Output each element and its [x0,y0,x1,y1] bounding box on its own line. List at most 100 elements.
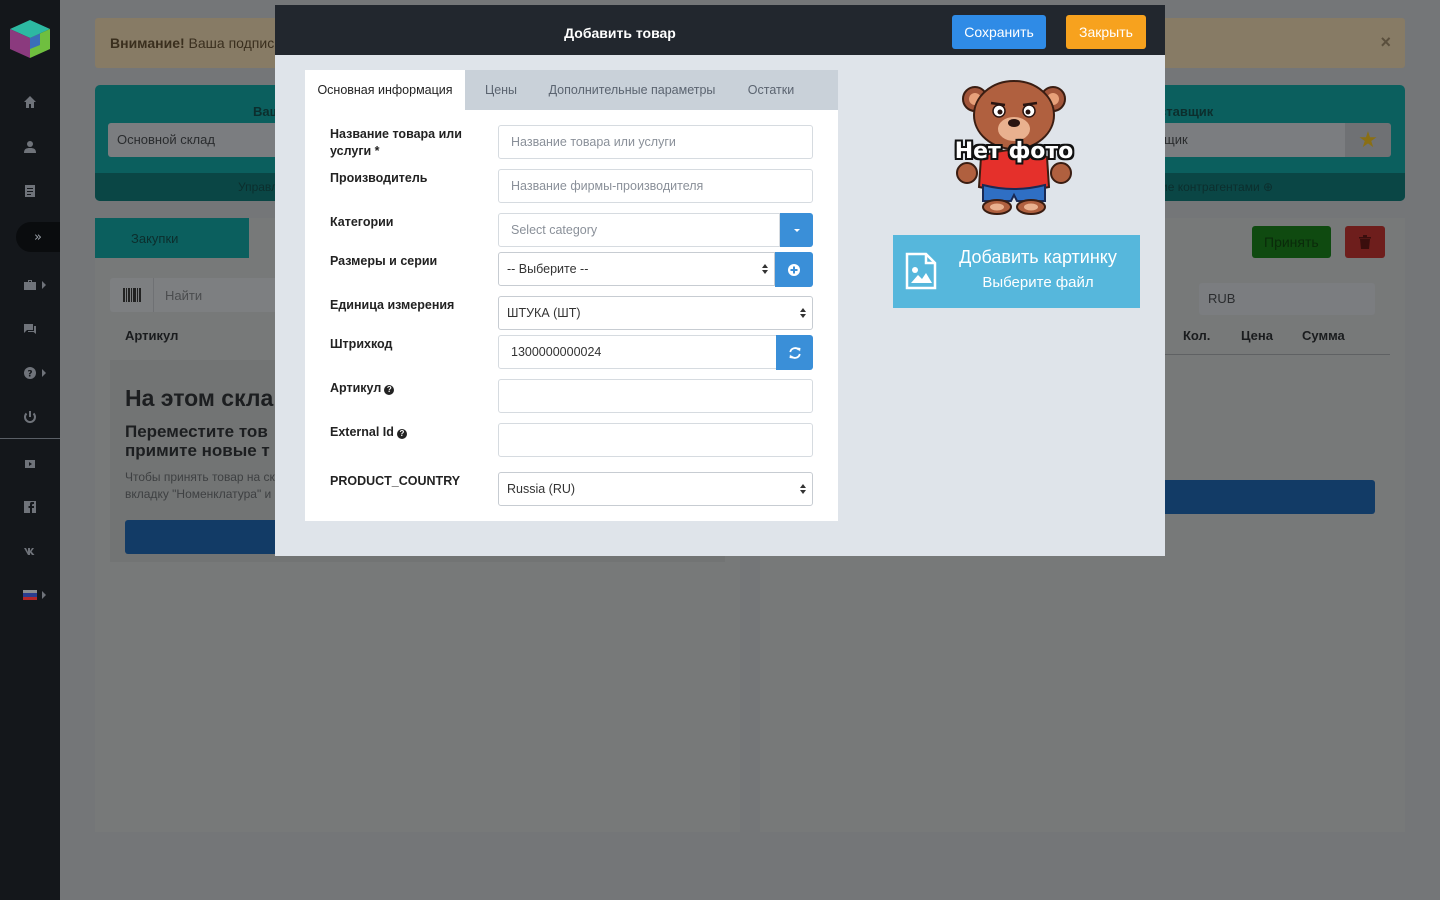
search-placeholder: Найти [165,288,203,303]
sidebar-item-documents[interactable] [0,176,60,206]
sidebar-item-language[interactable] [0,580,60,610]
help-icon[interactable]: ? [396,429,407,439]
tab-additional-params[interactable]: Дополнительные параметры [537,70,727,110]
sizes-select[interactable]: -- Выберите -- [498,252,775,286]
double-chevron-right-icon: » [34,229,42,245]
warehouse-select[interactable]: Основной склад [108,123,288,157]
sidebar: » ? [0,0,60,900]
category-dropdown-button[interactable] [780,213,813,247]
accept-button[interactable]: Принять [1252,226,1331,258]
product-form: Основная информация Цены Дополнительные … [305,70,838,521]
logo-cube-icon[interactable] [6,18,54,60]
select-arrows-icon [800,482,806,496]
select-arrows-icon [800,306,806,320]
category-select[interactable]: Select category [498,213,780,247]
artikul-label: Артикул? [330,380,395,397]
column-sum: Сумма [1302,328,1345,343]
product-name-input[interactable] [498,125,813,159]
sidebar-divider [0,438,60,439]
briefcase-icon [24,280,36,290]
barcode-icon[interactable] [110,278,154,312]
supplier-label: ставщик [1159,104,1214,119]
add-image-button[interactable]: Добавить картинку Выберите файл [893,235,1140,308]
sidebar-toggle-button[interactable]: » [16,222,60,252]
tab-prices[interactable]: Цены [465,70,537,110]
currency-select[interactable]: RUB [1199,283,1375,315]
youtube-icon [25,460,35,468]
tab-purchases[interactable]: Закупки [95,218,249,258]
chat-icon [24,324,36,334]
delete-button[interactable] [1345,226,1385,258]
sidebar-item-chat[interactable] [0,314,60,344]
sizes-value: -- Выберите -- [507,262,589,276]
country-value: Russia (RU) [507,482,576,496]
external-id-input[interactable] [498,423,813,457]
sidebar-item-business[interactable] [0,270,60,300]
barcode-input[interactable] [498,335,777,369]
sidebar-item-home[interactable] [0,87,60,117]
categories-label: Категории [330,215,394,229]
supplier-input[interactable]: щик [1155,123,1345,157]
form-tabs: Основная информация Цены Дополнительные … [305,70,838,110]
manufacturer-input[interactable] [498,169,813,203]
country-select[interactable]: Russia (RU) [498,472,813,506]
help-icon[interactable]: ? [384,385,395,395]
save-button[interactable]: Сохранить [952,15,1046,49]
manage-warehouses-link[interactable]: Управл [238,180,278,194]
caret-down-icon [793,229,800,232]
unit-label: Единица измерения [330,298,455,312]
favorite-star-icon[interactable]: ★ [1345,123,1391,157]
modal-header: Добавить товар Сохранить Закрыть [275,5,1165,55]
power-icon [24,411,36,423]
document-icon [25,185,35,197]
sidebar-item-vk[interactable] [0,536,60,566]
regenerate-barcode-button[interactable] [776,335,813,370]
purchases-tab-label: Закупки [131,231,179,246]
russian-flag-icon [23,590,37,600]
close-button[interactable]: Закрыть [1066,15,1146,49]
user-icon [24,141,36,153]
add-image-title: Добавить картинку [959,247,1117,267]
caret-right-icon [42,281,46,289]
empty-title: На этом скла [125,385,274,411]
sidebar-item-youtube[interactable] [0,449,60,479]
sizes-label: Размеры и серии [330,254,438,268]
column-artikul: Артикул [125,328,179,343]
caret-right-icon [42,369,46,377]
image-file-icon [905,252,937,290]
unit-value: ШТУКА (ШТ) [507,306,581,320]
help-icon: ? [24,367,36,380]
unit-select[interactable]: ШТУКА (ШТ) [498,296,813,330]
manage-contractors-link[interactable]: ие контрагентами ⊕ [1161,180,1273,194]
no-photo-label: Нет фото [954,139,1074,164]
empty-subtitle: Переместите тов примите новые т [125,422,270,460]
select-arrows-icon [762,262,768,276]
manufacturer-label: Производитель [330,171,428,185]
facebook-icon [24,501,36,513]
artikul-label-text: Артикул [330,381,382,395]
sidebar-item-profile[interactable] [0,132,60,162]
sidebar-item-help[interactable]: ? [0,358,60,388]
receipt-action-button[interactable] [1160,480,1375,514]
plus-circle-icon [788,263,800,276]
category-placeholder: Select category [511,223,598,237]
alert-close-icon[interactable]: × [1380,32,1391,53]
sidebar-item-facebook[interactable] [0,492,60,522]
modal-title: Добавить товар [564,25,676,41]
sidebar-item-logout[interactable] [0,402,60,432]
column-price: Цена [1241,328,1273,343]
artikul-input[interactable] [498,379,813,413]
add-image-subtitle: Выберите файл [982,274,1094,291]
refresh-icon [788,346,801,359]
add-size-button[interactable] [775,252,813,287]
external-id-label-text: External Id [330,425,394,439]
table-header-divider [1160,354,1390,355]
caret-right-icon [42,591,46,599]
tab-stock[interactable]: Остатки [727,70,815,110]
alert-strong-text: Внимание! [110,35,185,51]
home-icon [24,96,36,108]
tab-basic-info[interactable]: Основная информация [305,70,465,110]
barcode-label: Штрихкод [330,337,393,351]
external-id-label: External Id? [330,424,407,441]
country-label: PRODUCT_COUNTRY [330,474,461,488]
